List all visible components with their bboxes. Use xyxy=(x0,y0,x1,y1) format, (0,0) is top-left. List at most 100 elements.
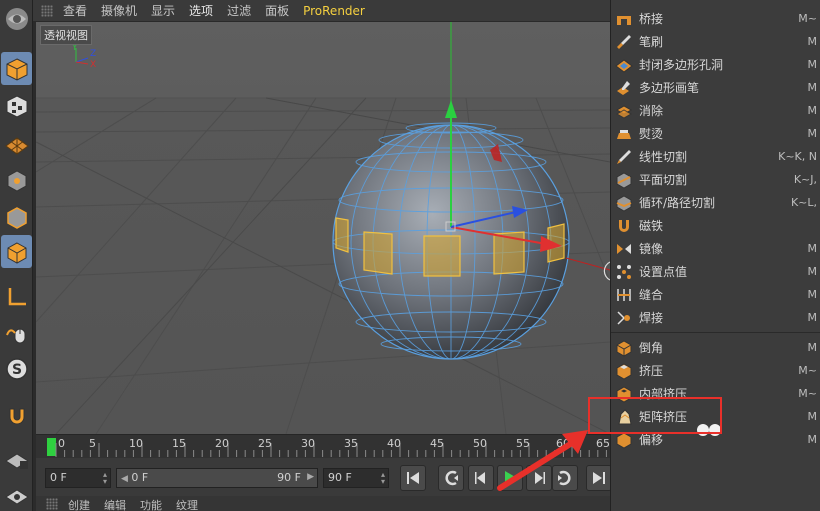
workplane-icon[interactable] xyxy=(1,126,32,159)
menu-item-bevel[interactable]: 倒角 M xyxy=(611,336,820,359)
drag-grip-icon[interactable] xyxy=(41,4,53,17)
menu-prorender[interactable]: ProRender xyxy=(303,4,365,18)
menu-item-set-point-value[interactable]: 设置点值 M xyxy=(611,260,820,283)
menu-item-loop-path-cut[interactable]: 循环/路径切割 K~L, xyxy=(611,191,820,214)
timeline-playhead xyxy=(47,438,56,456)
range-end-value: 90 F xyxy=(277,471,301,484)
polygon-pen-icon xyxy=(614,78,634,98)
tab-create[interactable]: 创建 xyxy=(68,497,90,511)
iron-icon xyxy=(614,124,634,144)
go-to-start-button[interactable] xyxy=(400,465,426,491)
perspective-viewport[interactable]: Y Z X 透视视图 xyxy=(36,22,610,434)
axis-mode-icon[interactable] xyxy=(1,280,32,313)
menu-item-label: 磁铁 xyxy=(639,219,664,233)
texture-mode-icon[interactable] xyxy=(1,89,32,122)
menu-item-label: 熨烫 xyxy=(639,127,664,141)
menu-view[interactable]: 查看 xyxy=(63,2,87,19)
tick-label: 40 xyxy=(387,437,401,450)
workplane-lock-icon[interactable] xyxy=(1,442,32,475)
menu-item-dissolve[interactable]: 消除 M xyxy=(611,99,820,122)
grid-tool-icon[interactable] xyxy=(1,478,32,511)
previous-key-icon xyxy=(445,470,458,486)
current-frame-value: 0 F xyxy=(50,471,67,484)
viewport-menubar: 查看 摄像机 显示 选项 过滤 面板 ProRender xyxy=(33,0,610,22)
menu-filter[interactable]: 过滤 xyxy=(227,2,251,19)
cinema4d-logo-icon[interactable] xyxy=(1,2,32,35)
menu-item-label: 倒角 xyxy=(639,341,664,355)
line-cut-icon xyxy=(614,147,634,167)
bevel-icon xyxy=(614,338,634,358)
menu-item-label: 设置点值 xyxy=(639,265,688,279)
menu-item-brush[interactable]: 笔刷 M xyxy=(611,30,820,53)
plane-cut-icon xyxy=(614,170,634,190)
menu-item-shortcut: M xyxy=(807,35,818,48)
tick-label: 5 xyxy=(89,437,96,450)
chevron-left-icon[interactable]: ◀ xyxy=(121,474,128,484)
menu-item-shortcut: M~ xyxy=(798,387,817,400)
preview-range-slider[interactable]: ◀ 0 F 90 F ▶ xyxy=(116,468,318,488)
tick-label: 10 xyxy=(129,437,143,450)
points-mode-icon[interactable] xyxy=(1,163,32,196)
menu-panel[interactable]: 面板 xyxy=(265,2,289,19)
mini-axis-x-label: X xyxy=(90,60,96,70)
menu-item-shortcut: M~ xyxy=(798,364,817,377)
menu-item-shortcut: M xyxy=(807,341,818,354)
magnet-icon xyxy=(614,216,634,236)
menu-item-label: 消除 xyxy=(639,104,664,118)
model-mode-icon[interactable] xyxy=(1,52,32,85)
tick-label: 35 xyxy=(344,437,358,450)
end-frame-value: 90 F xyxy=(328,471,352,484)
menu-options[interactable]: 选项 xyxy=(189,2,213,19)
drag-grip-icon[interactable] xyxy=(46,498,58,510)
current-frame-field[interactable]: 0 F ▴ ▾ xyxy=(45,468,111,488)
menu-item-shortcut: M xyxy=(807,311,818,324)
tick-label: 30 xyxy=(301,437,315,450)
menu-divider xyxy=(611,332,820,333)
tab-edit[interactable]: 编辑 xyxy=(104,497,126,511)
magnet-snap-icon[interactable] xyxy=(1,399,32,432)
dissolve-icon xyxy=(614,101,634,121)
menu-item-polygon-pen[interactable]: 多边形画笔 M xyxy=(611,76,820,99)
viewport-label[interactable]: 透视视图 xyxy=(40,25,92,45)
menu-item-shortcut: M xyxy=(807,104,818,117)
loop-cut-icon xyxy=(614,193,634,213)
stepper-arrows-icon[interactable]: ▴ ▾ xyxy=(103,471,107,486)
menu-item-label: 缝合 xyxy=(639,288,664,302)
menu-item-close-polygon-hole[interactable]: 封闭多边形孔洞 M xyxy=(611,53,820,76)
tab-texture[interactable]: 纹理 xyxy=(176,497,198,511)
mirror-icon xyxy=(614,239,634,259)
menu-item-label: 线性切割 xyxy=(639,150,688,164)
tick-label: 0 xyxy=(58,437,65,450)
menu-item-shortcut: M xyxy=(807,242,818,255)
menu-display[interactable]: 显示 xyxy=(151,2,175,19)
tweak-mode-icon[interactable] xyxy=(1,317,32,350)
svg-text:S: S xyxy=(11,362,21,378)
chevron-right-icon[interactable]: ▶ xyxy=(307,472,314,482)
menu-item-iron[interactable]: 熨烫 M xyxy=(611,122,820,145)
menu-item-shortcut: K~L, xyxy=(790,196,817,209)
stepper-arrows-icon[interactable]: ▴ ▾ xyxy=(381,471,385,486)
menu-item-label: 多边形画笔 xyxy=(639,81,700,95)
polygons-mode-icon[interactable] xyxy=(1,235,32,268)
mesh-context-menu: 桥接 M~ 笔刷 M 封闭多边形孔洞 M 多边形画笔 M 消除 M 熨烫 M 线… xyxy=(610,0,820,511)
snap-icon[interactable]: S xyxy=(1,352,32,385)
menu-item-mirror[interactable]: 镜像 M xyxy=(611,237,820,260)
close-polygon-hole-icon xyxy=(614,55,634,75)
menu-item-line-cut[interactable]: 线性切割 K~K, N xyxy=(611,145,820,168)
menu-item-magnet[interactable]: 磁铁 xyxy=(611,214,820,237)
tab-function[interactable]: 功能 xyxy=(140,497,162,511)
previous-key-button[interactable] xyxy=(438,465,464,491)
menu-item-weld[interactable]: 焊接 M xyxy=(611,306,820,329)
menu-item-plane-cut[interactable]: 平面切割 K~J, xyxy=(611,168,820,191)
menu-item-extrude[interactable]: 挤压 M~ xyxy=(611,359,820,382)
menu-cameras[interactable]: 摄像机 xyxy=(101,2,137,19)
menu-item-stitch[interactable]: 缝合 M xyxy=(611,283,820,306)
menu-item-shortcut: M xyxy=(807,58,818,71)
edges-mode-icon[interactable] xyxy=(1,200,32,233)
end-frame-field[interactable]: 90 F ▴ ▾ xyxy=(323,468,389,488)
menu-item-bridge[interactable]: 桥接 M~ xyxy=(611,7,820,30)
menu-item-label: 笔刷 xyxy=(639,35,664,49)
viewport-scene: Y Z X xyxy=(36,22,610,434)
menu-item-shortcut: M~ xyxy=(798,12,817,25)
mini-axis-z-label: Z xyxy=(90,49,96,59)
